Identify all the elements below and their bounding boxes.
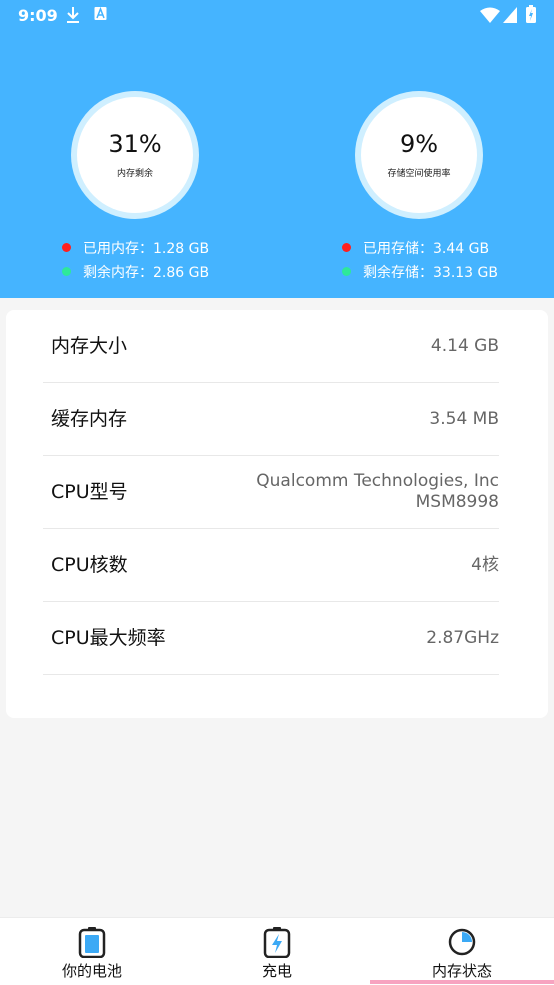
active-tab-indicator [370, 980, 554, 984]
memory-legend: 已用内存：1.28 GB 剩余内存：2.86 GB [62, 237, 209, 285]
app-notification-icon [94, 6, 108, 26]
nav-label: 你的电池 [61, 962, 122, 980]
info-label: CPU型号 [51, 481, 128, 503]
free-dot-icon [62, 266, 71, 276]
battery-icon [77, 926, 107, 959]
storage-gauge-label: 存储空间使用率 [387, 169, 451, 179]
info-value: 4核 [471, 554, 499, 575]
free-dot-icon [342, 266, 351, 276]
info-row-cache-memory: 缓存内存 3.54 MB [43, 383, 499, 456]
memory-gauge-percent: 31% [108, 130, 162, 158]
info-value: Qualcomm Technologies, Inc MSM8998 [256, 471, 499, 512]
nav-tab-charging[interactable]: 充电 [212, 918, 342, 985]
bottom-navigation: 你的电池 充电 内存状态 [0, 917, 554, 985]
info-row-memory-size: 内存大小 4.14 GB [43, 310, 499, 383]
charging-icon [262, 926, 292, 959]
cellular-signal-icon [503, 7, 517, 27]
info-value: 3.54 MB [429, 408, 499, 429]
storage-used-row: 已用存储：3.44 GB [342, 237, 498, 261]
memory-used-row: 已用内存：1.28 GB [62, 237, 209, 261]
memory-gauge: 31% 内存剩余 [64, 84, 206, 226]
used-dot-icon [62, 242, 71, 252]
memory-free-row: 剩余内存：2.86 GB [62, 261, 209, 285]
storage-used-text: 已用存储：3.44 GB [363, 241, 490, 257]
info-row-cpu-cores: CPU核数 4核 [43, 529, 499, 602]
memory-free-text: 剩余内存：2.86 GB [83, 265, 210, 281]
info-label: 缓存内存 [51, 408, 128, 430]
info-value: 4.14 GB [430, 335, 499, 356]
status-bar: 9:09 [0, 0, 554, 34]
storage-legend: 已用存储：3.44 GB 剩余存储：33.13 GB [342, 237, 498, 285]
info-label: CPU核数 [51, 554, 128, 576]
storage-free-row: 剩余存储：33.13 GB [342, 261, 498, 285]
memory-gauge-label: 内存剩余 [116, 169, 153, 179]
storage-gauge: 9% 存储空间使用率 [348, 84, 490, 226]
storage-free-text: 剩余存储：33.13 GB [363, 265, 498, 281]
memory-icon [447, 926, 477, 958]
device-info-card: 内存大小 4.14 GB 缓存内存 3.54 MB CPU型号 Qualcomm… [6, 310, 548, 718]
status-time: 9:09 [18, 6, 58, 25]
info-label: CPU最大频率 [51, 627, 166, 649]
storage-gauge-percent: 9% [399, 130, 439, 158]
info-value: 2.87GHz [426, 627, 499, 648]
download-icon [66, 6, 80, 28]
info-row-cpu-max-frequency: CPU最大频率 2.87GHz [43, 602, 499, 675]
wifi-icon [480, 7, 500, 27]
info-label: 内存大小 [51, 335, 128, 357]
nav-tab-battery[interactable]: 你的电池 [27, 918, 157, 985]
info-row-cpu-model: CPU型号 Qualcomm Technologies, Inc MSM8998 [43, 456, 499, 529]
nav-label: 充电 [261, 962, 292, 980]
battery-charging-icon [526, 5, 536, 27]
header-panel: 9:09 31% 内存剩余 9% 存储空间使用率 已用内存：1.28 GB 剩余… [0, 0, 554, 298]
nav-label: 内存状态 [431, 962, 492, 980]
memory-used-text: 已用内存：1.28 GB [83, 241, 210, 257]
nav-tab-memory-status[interactable]: 内存状态 [397, 918, 527, 985]
used-dot-icon [342, 242, 351, 252]
